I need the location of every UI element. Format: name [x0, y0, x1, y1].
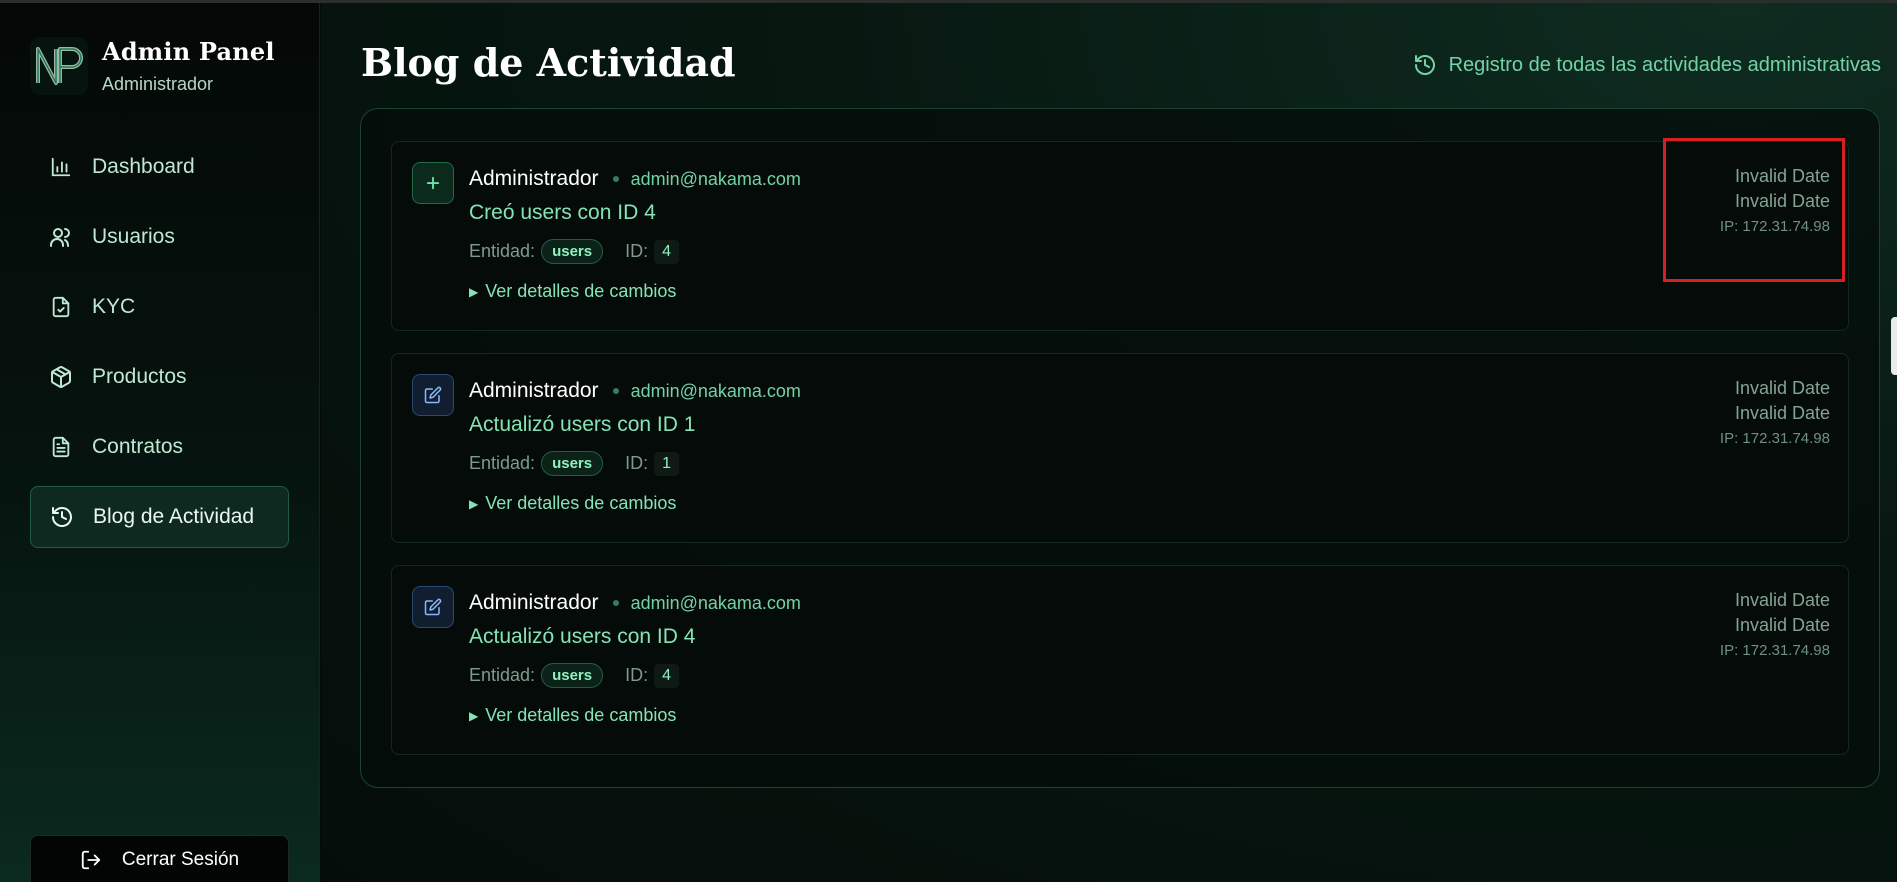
sidebar-item-label: Blog de Actividad: [93, 505, 255, 528]
separator-dot: [612, 600, 619, 606]
page-subtitle-text: Registro de todas las actividades admini…: [1448, 53, 1881, 76]
bar-chart-icon: [48, 154, 74, 180]
triangle-right-icon: ▶: [469, 496, 479, 511]
admin-name: Administrador: [469, 591, 599, 614]
edit-icon: [424, 598, 442, 616]
activity-description: Actualizó users con ID 1: [469, 413, 696, 436]
np-logo-icon: [30, 37, 88, 95]
admin-email: admin@nakama.com: [630, 380, 801, 401]
admin-email: admin@nakama.com: [630, 168, 801, 189]
package-icon: [48, 364, 74, 390]
activity-ip: IP: 172.31.74.98: [1719, 642, 1830, 659]
entity-pill: users: [541, 663, 604, 688]
sidebar-item-blog-de-actividad[interactable]: Blog de Actividad: [30, 486, 289, 548]
admin-email: admin@nakama.com: [630, 592, 801, 613]
activity-date: Invalid Date: [1734, 166, 1830, 186]
main-content: Blog de Actividad Registro de todas las …: [321, 3, 1897, 882]
admin-name: Administrador: [469, 379, 599, 402]
scroll-edge-tab[interactable]: [1891, 317, 1897, 375]
sidebar-nav: Dashboard Usuarios KYC Productos Contrat…: [30, 136, 289, 556]
activity-card: Administrador admin@nakama.com Actualizó…: [391, 353, 1849, 543]
page-title: Blog de Actividad: [361, 40, 736, 85]
sidebar-item-label: KYC: [92, 295, 136, 318]
activity-card: Administrador admin@nakama.com Creó user…: [391, 141, 1849, 331]
details-toggle[interactable]: ▶ Ver detalles de cambios: [469, 281, 801, 302]
activity-date: Invalid Date: [1734, 590, 1830, 610]
triangle-right-icon: ▶: [469, 708, 479, 723]
id-label: ID:: [625, 665, 649, 685]
sidebar-item-dashboard[interactable]: Dashboard: [30, 136, 289, 198]
brand-subtitle: Administrador: [102, 74, 214, 94]
file-check-icon: [48, 294, 74, 320]
entity-pill: users: [541, 239, 604, 264]
file-text-icon: [48, 434, 74, 460]
sidebar-item-label: Productos: [92, 365, 187, 388]
entity-label: Entidad:: [469, 665, 536, 685]
id-label: ID:: [625, 241, 649, 261]
activity-time: Invalid Date: [1734, 615, 1830, 635]
history-icon: [1413, 53, 1437, 77]
activity-meta-right: Invalid Date Invalid Date IP: 172.31.74.…: [1720, 164, 1830, 235]
sidebar-item-kyc[interactable]: KYC: [30, 276, 289, 338]
activity-panel: Administrador admin@nakama.com Creó user…: [360, 108, 1880, 788]
id-label: ID:: [625, 453, 649, 473]
sidebar-item-usuarios[interactable]: Usuarios: [30, 206, 289, 268]
activity-card: Administrador admin@nakama.com Actualizó…: [391, 565, 1849, 755]
sidebar-item-contratos[interactable]: Contratos: [30, 416, 289, 478]
users-icon: [48, 224, 74, 250]
sidebar-item-label: Usuarios: [92, 225, 175, 248]
separator-dot: [612, 176, 619, 182]
id-value: 4: [654, 239, 680, 264]
activity-description: Actualizó users con ID 4: [469, 625, 696, 648]
sidebar-item-label: Dashboard: [92, 155, 195, 178]
entity-label: Entidad:: [469, 453, 536, 473]
details-label: Ver detalles de cambios: [485, 281, 677, 301]
activity-ip: IP: 172.31.74.98: [1719, 218, 1830, 235]
activity-date: Invalid Date: [1734, 378, 1830, 398]
details-label: Ver detalles de cambios: [485, 493, 677, 513]
details-toggle[interactable]: ▶ Ver detalles de cambios: [469, 705, 801, 726]
logout-label: Cerrar Sesión: [121, 849, 240, 870]
sidebar-item-label: Contratos: [92, 435, 184, 458]
admin-name: Administrador: [469, 167, 599, 190]
history-icon: [49, 504, 75, 530]
logout-button[interactable]: Cerrar Sesión: [30, 835, 289, 882]
details-label: Ver detalles de cambios: [485, 705, 677, 725]
create-badge: [412, 162, 454, 204]
entity-pill: users: [541, 451, 604, 476]
activity-time: Invalid Date: [1734, 403, 1830, 423]
brand-title: Admin Panel: [102, 37, 275, 66]
id-value: 4: [654, 663, 680, 688]
plus-icon: [426, 176, 440, 190]
brand: Admin Panel Administrador: [30, 37, 275, 95]
triangle-right-icon: ▶: [469, 284, 479, 299]
entity-label: Entidad:: [469, 241, 536, 261]
logout-icon: [80, 849, 102, 871]
update-badge: [412, 586, 454, 628]
activity-meta-right: Invalid Date Invalid Date IP: 172.31.74.…: [1720, 376, 1830, 447]
details-toggle[interactable]: ▶ Ver detalles de cambios: [469, 493, 801, 514]
edit-icon: [424, 386, 442, 404]
update-badge: [412, 374, 454, 416]
id-value: 1: [654, 451, 680, 476]
activity-description: Creó users con ID 4: [469, 201, 656, 224]
activity-meta-right: Invalid Date Invalid Date IP: 172.31.74.…: [1720, 588, 1830, 659]
sidebar: Admin Panel Administrador Dashboard Usua…: [0, 3, 320, 882]
activity-time: Invalid Date: [1734, 191, 1830, 211]
sidebar-item-productos[interactable]: Productos: [30, 346, 289, 408]
separator-dot: [612, 388, 619, 394]
page-subtitle: Registro de todas las actividades admini…: [1413, 53, 1881, 77]
activity-ip: IP: 172.31.74.98: [1719, 430, 1830, 447]
